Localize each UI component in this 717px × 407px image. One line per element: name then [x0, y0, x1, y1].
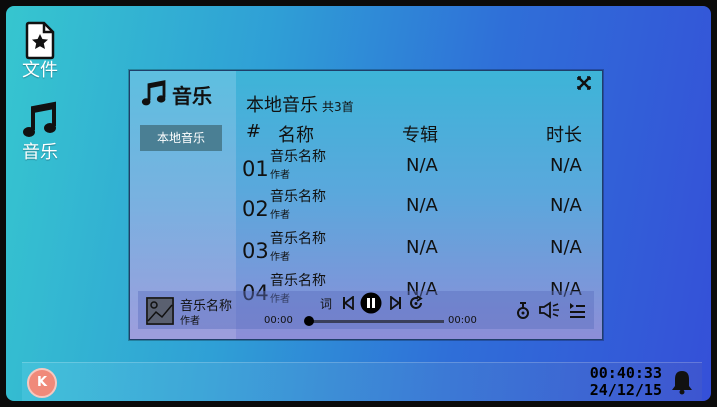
- desktop: 文件 音乐 音乐 本地音乐 本地音乐 共3首 # 名称 专辑 时长 01 音乐名…: [6, 6, 711, 401]
- music-note-icon: [141, 80, 166, 106]
- song-duration: N/A: [550, 237, 582, 258]
- song-row[interactable]: 03 音乐名称 作者 N/A N/A: [236, 229, 602, 269]
- song-duration: N/A: [550, 195, 582, 216]
- desktop-icon-files-label: 文件: [22, 60, 58, 81]
- song-album: N/A: [406, 155, 438, 176]
- clock-time: 00:40:33: [589, 364, 662, 382]
- song-artist: 作者: [270, 252, 290, 263]
- start-button-label: K: [36, 375, 48, 390]
- sidebar-item-local-music[interactable]: 本地音乐: [140, 125, 222, 151]
- lyrics-button[interactable]: 词: [320, 295, 332, 312]
- song-number: 01: [242, 157, 269, 181]
- column-header-name: 名称: [278, 125, 314, 146]
- playlist-icon[interactable]: [568, 301, 586, 319]
- song-row[interactable]: 01 音乐名称 作者 N/A N/A: [236, 147, 602, 187]
- pause-icon[interactable]: [360, 292, 382, 314]
- song-artist: 作者: [270, 170, 290, 181]
- column-header-album: 专辑: [402, 125, 438, 146]
- song-name: 音乐名称: [270, 231, 326, 247]
- song-album: N/A: [406, 237, 438, 258]
- volume-mute-icon[interactable]: [538, 301, 560, 319]
- song-row[interactable]: 02 音乐名称 作者 N/A N/A: [236, 187, 602, 227]
- progress-handle[interactable]: [304, 316, 314, 326]
- album-cover-icon: [146, 297, 174, 325]
- total-time: 00:00: [448, 315, 477, 326]
- music-note-icon: [23, 101, 56, 137]
- song-artist: 作者: [270, 210, 290, 221]
- desktop-icon-files[interactable]: 文件: [14, 20, 66, 82]
- file-star-icon: [25, 21, 55, 60]
- desktop-icon-music-label: 音乐: [22, 142, 58, 163]
- player-bar: 音乐名称 作者 词 00:00 00:00: [138, 291, 594, 329]
- song-name: 音乐名称: [270, 273, 326, 289]
- song-number: 02: [242, 197, 269, 221]
- column-header-duration: 时长: [546, 125, 582, 146]
- app-title-text: 音乐: [172, 83, 212, 108]
- song-number: 03: [242, 239, 269, 263]
- desktop-icon-music[interactable]: 音乐: [14, 100, 66, 164]
- column-header-num: #: [246, 121, 262, 142]
- current-time: 00:00: [264, 315, 293, 326]
- song-duration: N/A: [550, 155, 582, 176]
- song-album: N/A: [406, 195, 438, 216]
- app-title: 音乐: [140, 79, 212, 109]
- previous-icon[interactable]: [342, 296, 354, 310]
- system-clock: 00:40:33 24/12/15: [590, 365, 662, 399]
- song-count: 共3首: [322, 100, 354, 114]
- bell-icon[interactable]: [670, 369, 694, 395]
- close-icon[interactable]: [576, 75, 592, 91]
- clock-date: 24/12/15: [589, 381, 662, 399]
- next-icon[interactable]: [390, 296, 402, 310]
- repeat-icon[interactable]: [408, 295, 424, 311]
- music-window: 音乐 本地音乐 本地音乐 共3首 # 名称 专辑 时长 01 音乐名称 作者 N/…: [129, 70, 603, 340]
- song-name: 音乐名称: [270, 189, 326, 205]
- start-button[interactable]: K: [27, 368, 57, 398]
- page-title: 本地音乐 共3首: [246, 91, 354, 117]
- song-name: 音乐名称: [270, 149, 326, 165]
- page-title-text: 本地音乐: [246, 95, 318, 116]
- taskbar: K 00:40:33 24/12/15: [22, 362, 702, 401]
- timer-icon[interactable]: [516, 301, 530, 321]
- progress-track[interactable]: [310, 320, 444, 323]
- player-song-artist: 作者: [180, 316, 200, 327]
